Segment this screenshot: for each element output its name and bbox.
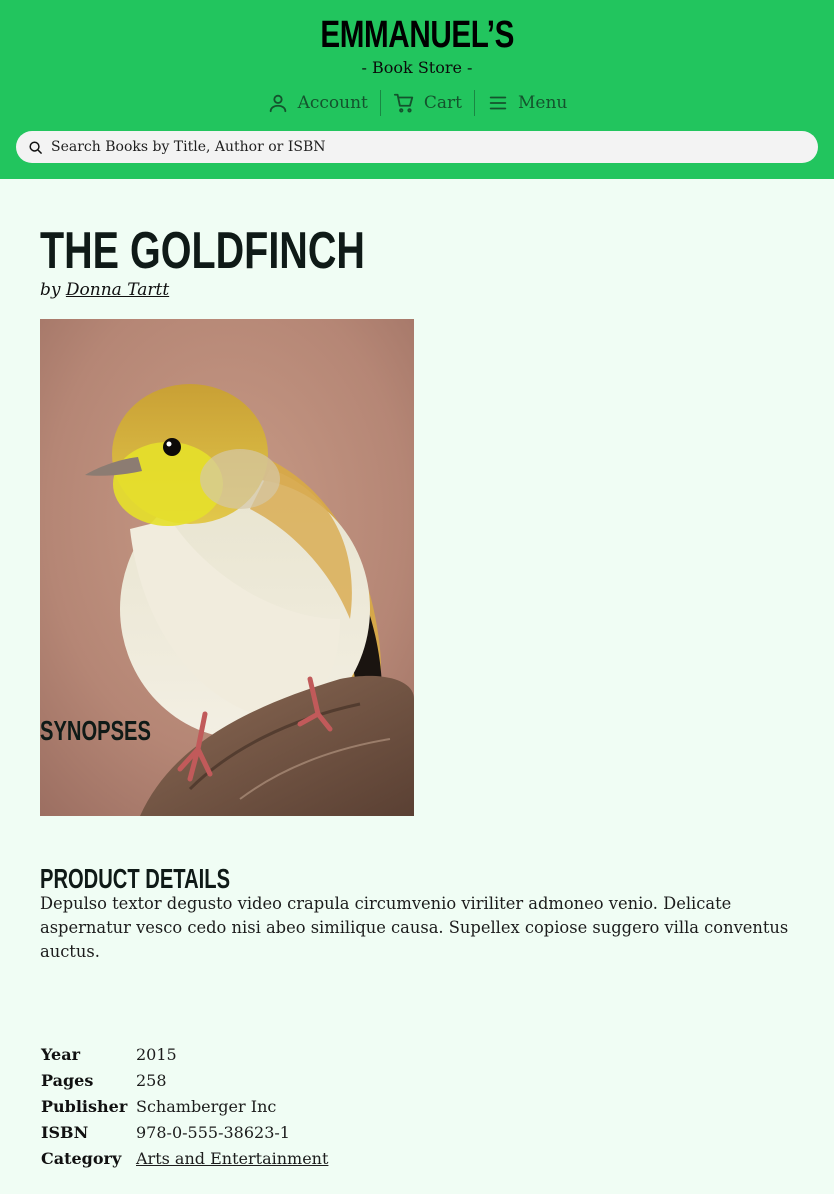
top-nav: Account Cart Menu xyxy=(0,88,834,118)
brand-subtitle: - Book Store - xyxy=(361,58,473,77)
account-label: Account xyxy=(297,93,368,113)
category-label: Category xyxy=(41,1148,122,1168)
account-link[interactable]: Account xyxy=(255,89,380,117)
product-details-heading: PRODUCT DETAILS xyxy=(40,863,231,894)
isbn-value: 978-0-555-38623-1 xyxy=(136,1122,290,1142)
cart-icon xyxy=(393,93,414,113)
cart-link[interactable]: Cart xyxy=(381,89,474,117)
table-row: Year 2015 xyxy=(40,1041,330,1067)
menu-button[interactable]: Menu xyxy=(475,89,579,117)
byline: by Donna Tartt xyxy=(40,280,169,300)
year-value: 2015 xyxy=(136,1044,177,1064)
pages-label: Pages xyxy=(41,1070,94,1090)
user-icon xyxy=(269,94,286,113)
nav-divider xyxy=(379,90,381,116)
category-link[interactable]: Arts and Entertainment xyxy=(136,1149,328,1168)
author-link[interactable]: Donna Tartt xyxy=(66,280,169,300)
brand-name[interactable]: EMMANUEL’S xyxy=(320,14,514,56)
menu-label: Menu xyxy=(518,93,568,113)
synopsis-text: Depulso textor degusto video crapula cir… xyxy=(40,894,789,961)
brand[interactable]: EMMANUEL’S - Book Store - xyxy=(0,14,834,78)
table-row: ISBN 978-0-555-38623-1 xyxy=(40,1119,330,1145)
search-icon xyxy=(29,140,42,154)
search-input[interactable] xyxy=(51,139,791,155)
hamburger-menu-icon xyxy=(489,96,507,110)
table-row: Pages 258 xyxy=(40,1067,330,1093)
cart-label: Cart xyxy=(423,93,463,113)
table-row: Category Arts and Entertainment xyxy=(40,1145,330,1171)
table-row: Publisher Schamberger Inc xyxy=(40,1093,330,1119)
synopsis-heading: SYNOPSES xyxy=(40,715,151,746)
search-bar[interactable] xyxy=(16,131,818,163)
category-value-cell: Arts and Entertainment xyxy=(135,1145,330,1171)
book-title: THE GOLDFINCH xyxy=(40,222,365,280)
nav-divider xyxy=(474,90,476,116)
by-label: by xyxy=(40,280,61,300)
site-header: EMMANUEL’S - Book Store - Account Cart M xyxy=(0,0,834,179)
publisher-label: Publisher xyxy=(41,1096,128,1116)
publisher-value: Schamberger Inc xyxy=(136,1096,277,1116)
year-label: Year xyxy=(41,1044,81,1064)
isbn-label: ISBN xyxy=(41,1122,89,1142)
product-details-table: Year 2015 Pages 258 Publisher Schamberge… xyxy=(40,1041,330,1171)
pages-value: 258 xyxy=(136,1070,167,1090)
